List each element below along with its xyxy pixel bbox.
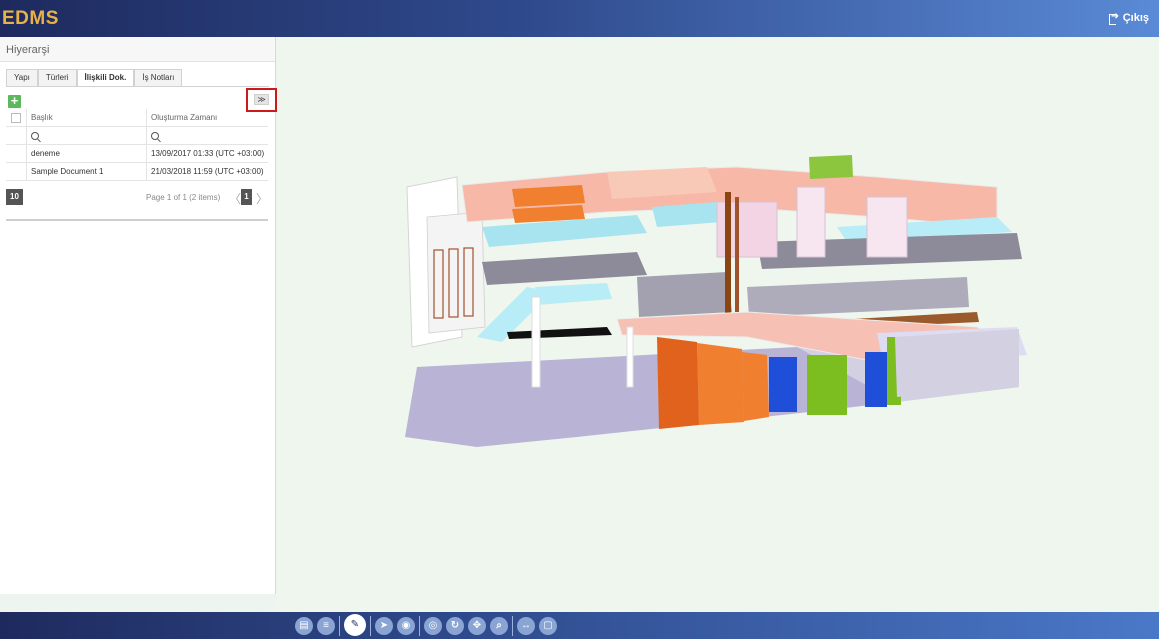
documents-grid: Başlık Oluşturma Zamanı deneme 13/09/201… bbox=[6, 109, 268, 181]
table-row[interactable]: deneme 13/09/2017 01:33 (UTC +03:00) bbox=[6, 145, 268, 163]
grid-bottom-border bbox=[6, 219, 268, 221]
row-created: 13/09/2017 01:33 (UTC +03:00) bbox=[151, 149, 265, 158]
tabs-divider bbox=[6, 86, 269, 87]
building-model-3d[interactable] bbox=[277, 37, 1159, 612]
row-select-cell[interactable] bbox=[6, 145, 27, 162]
row-select-cell[interactable] bbox=[6, 163, 27, 180]
section-box-icon[interactable]: ▢ bbox=[539, 617, 557, 635]
select-all-cell bbox=[6, 109, 27, 126]
column-header-created[interactable]: Oluşturma Zamanı bbox=[147, 109, 268, 126]
tab-structure[interactable]: Yapı bbox=[6, 69, 38, 86]
column-header-title[interactable]: Başlık bbox=[27, 109, 147, 126]
top-bar: EDMS Çıkış bbox=[0, 0, 1159, 37]
previous-page-icon[interactable]: 〈 bbox=[229, 190, 241, 207]
pan-icon[interactable]: ✥ bbox=[468, 617, 486, 635]
filter-title-input[interactable] bbox=[27, 127, 147, 144]
measure-icon[interactable]: ↔ bbox=[517, 617, 535, 635]
row-created: 21/03/2018 11:59 (UTC +03:00) bbox=[151, 167, 264, 176]
model-viewer[interactable] bbox=[277, 37, 1159, 612]
logout-button[interactable]: Çıkış bbox=[1108, 11, 1149, 25]
rotate-icon[interactable]: ↻ bbox=[446, 617, 464, 635]
pager-summary: Page 1 of 1 (2 items) bbox=[146, 193, 221, 202]
page-number-button[interactable]: 1 bbox=[241, 189, 252, 205]
filter-spacer bbox=[6, 127, 27, 144]
orbit-target-icon[interactable]: ◉ bbox=[397, 617, 415, 635]
model-browser-icon[interactable]: ▤ bbox=[295, 617, 313, 635]
list-icon[interactable]: ≡ bbox=[317, 617, 335, 635]
toolbar-separator bbox=[512, 616, 513, 636]
toolbar-separator bbox=[339, 616, 340, 636]
expand-panel-button[interactable]: ≫ bbox=[254, 94, 269, 105]
paint-brush-icon[interactable]: ✎ bbox=[344, 614, 366, 636]
tab-types[interactable]: Türleri bbox=[37, 69, 77, 86]
app-logo[interactable]: EDMS bbox=[2, 8, 59, 30]
search-icon bbox=[31, 131, 39, 140]
row-title: Sample Document 1 bbox=[27, 163, 147, 180]
table-row[interactable]: Sample Document 1 21/03/2018 11:59 (UTC … bbox=[6, 163, 268, 181]
mid-floor-slab bbox=[482, 252, 647, 285]
zoom-icon[interactable]: ⌕ bbox=[490, 617, 508, 635]
panel-title: Hiyerarşi bbox=[0, 37, 275, 62]
hierarchy-panel: Hiyerarşi Yapı Türleri İlişkili Dok. İş … bbox=[0, 37, 277, 594]
logout-icon bbox=[1108, 11, 1119, 25]
row-title: deneme bbox=[27, 145, 147, 162]
page-size-selector[interactable]: 10 bbox=[6, 189, 23, 205]
grid-header-row: Başlık Oluşturma Zamanı bbox=[6, 109, 268, 127]
select-pointer-icon[interactable]: ➤ bbox=[375, 617, 393, 635]
tab-related-documents[interactable]: İlişkili Dok. bbox=[76, 69, 135, 87]
select-all-checkbox[interactable] bbox=[11, 112, 21, 123]
orange-block bbox=[657, 337, 699, 429]
next-page-icon[interactable]: 〉 bbox=[256, 190, 268, 207]
search-icon bbox=[151, 131, 159, 140]
viewer-toolbar: ▤ ≡ ✎ ➤ ◉ ◎ ↻ ✥ ⌕ ↔ ▢ bbox=[0, 612, 1159, 639]
panel-tabs: Yapı Türleri İlişkili Dok. İş Notları bbox=[6, 69, 183, 87]
toolbar-separator bbox=[370, 616, 371, 636]
logout-label: Çıkış bbox=[1122, 12, 1149, 24]
toolbar-separator bbox=[419, 616, 420, 636]
filter-created-input[interactable] bbox=[147, 127, 268, 144]
filter-row bbox=[6, 127, 268, 145]
tab-work-notes[interactable]: İş Notları bbox=[134, 69, 183, 86]
eye-icon[interactable]: ◎ bbox=[424, 617, 442, 635]
add-document-button[interactable]: + bbox=[8, 94, 21, 108]
toolbar-buttons: ▤ ≡ ✎ ➤ ◉ ◎ ↻ ✥ ⌕ ↔ ▢ bbox=[295, 614, 561, 636]
